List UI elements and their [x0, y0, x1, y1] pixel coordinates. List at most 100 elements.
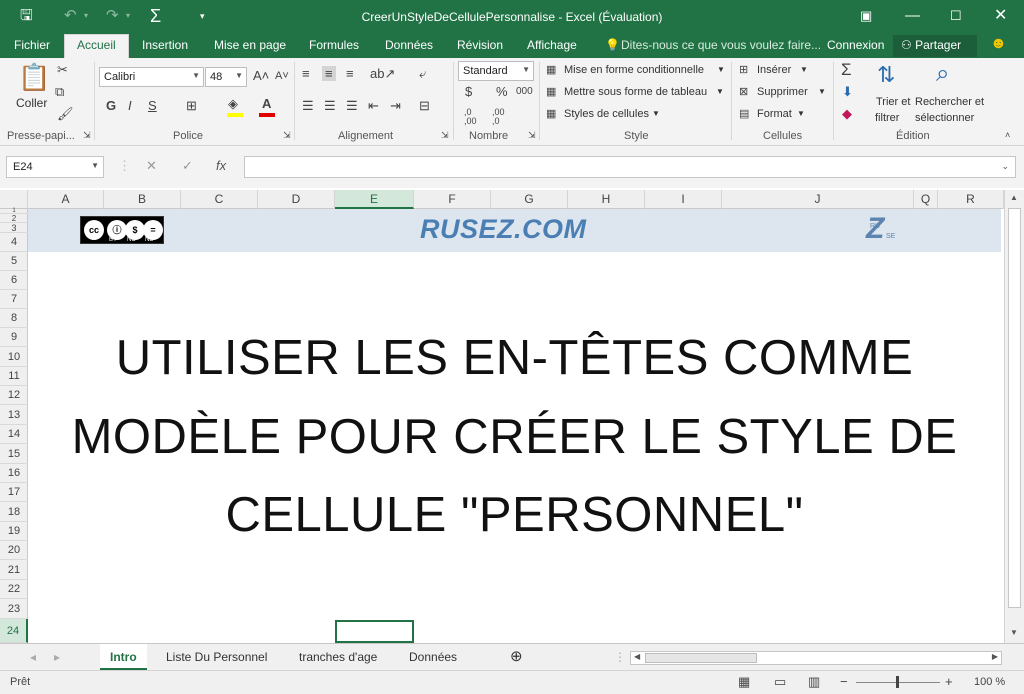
share-button[interactable]: ⚇ Partager — [893, 35, 977, 57]
thousands-button[interactable]: 000 — [516, 86, 533, 97]
row-header[interactable]: 20 — [0, 541, 28, 560]
page-layout-icon[interactable]: ▭ — [774, 674, 786, 690]
conditional-formatting-button[interactable]: Mise en forme conditionnelle — [564, 64, 704, 76]
sheet-tab-tranches-d-age[interactable]: tranches d'age — [289, 644, 387, 670]
column-header[interactable]: A — [28, 190, 104, 209]
find-icon[interactable]: ⌕ — [936, 60, 949, 88]
cell-styles-button[interactable]: Styles de cellules — [564, 108, 649, 120]
paste-icon[interactable]: 📋 — [18, 62, 50, 93]
row-header[interactable]: 14 — [0, 425, 28, 444]
sort-filter-label-2[interactable]: filtrer — [875, 112, 899, 124]
collapse-ribbon-icon[interactable]: ˄ — [1005, 130, 1010, 140]
fill-color-icon[interactable]: ◈ — [228, 96, 238, 112]
paste-label[interactable]: Coller — [16, 96, 47, 110]
tab-revision[interactable]: Révision — [457, 38, 503, 52]
shrink-font-icon[interactable]: A˅ — [275, 70, 289, 82]
normal-view-icon[interactable]: ▦ — [738, 674, 750, 690]
tab-accueil[interactable]: Accueil — [64, 34, 129, 58]
row-header[interactable]: 12 — [0, 386, 28, 405]
cancel-icon[interactable]: ✕ — [146, 158, 157, 174]
select-all-corner[interactable] — [0, 190, 28, 209]
sign-in-link[interactable]: Connexion — [827, 38, 884, 52]
dialog-launcher-icon[interactable]: ⇲ — [528, 130, 536, 141]
dialog-launcher-icon[interactable]: ⇲ — [83, 130, 91, 141]
row-header[interactable]: 19 — [0, 522, 28, 541]
row-header[interactable]: 8 — [0, 309, 28, 328]
row-header[interactable]: 6 — [0, 271, 28, 290]
wrap-text-icon[interactable]: ⤶ — [419, 66, 426, 82]
sheet-tab-donnees[interactable]: Données — [399, 644, 467, 670]
row-header[interactable]: 4 — [0, 233, 28, 252]
row-header[interactable]: 3 — [0, 223, 28, 233]
tab-mise-en-page[interactable]: Mise en page — [214, 38, 286, 52]
row-header[interactable]: 17 — [0, 483, 28, 502]
align-center-icon[interactable]: ☰ — [324, 98, 336, 114]
align-bottom-icon[interactable]: ≡ — [346, 66, 354, 81]
name-box[interactable]: E24 ▼ — [6, 156, 104, 178]
row-header[interactable]: 18 — [0, 502, 28, 522]
scroll-left-icon[interactable]: ◀ — [634, 652, 640, 661]
currency-button[interactable]: $ — [465, 84, 472, 99]
font-size-select[interactable]: 48 ▼ — [205, 67, 247, 87]
row-header[interactable]: 23 — [0, 599, 28, 619]
row-header[interactable]: 16 — [0, 464, 28, 483]
delete-button[interactable]: Supprimer — [757, 86, 808, 98]
row-header[interactable]: 15 — [0, 444, 28, 464]
horizontal-scrollbar[interactable]: ◀ ▶ — [630, 651, 1002, 665]
align-right-icon[interactable]: ☰ — [346, 98, 358, 114]
column-header[interactable]: D — [258, 190, 335, 209]
column-header[interactable]: F — [414, 190, 491, 209]
scroll-up-icon[interactable]: ▲ — [1010, 193, 1018, 202]
vertical-scrollbar[interactable]: ▲ ▼ — [1004, 190, 1024, 643]
next-sheet-icon[interactable]: ▸ — [44, 644, 70, 670]
row-header[interactable]: 21 — [0, 560, 28, 580]
cut-icon[interactable]: ✂ — [57, 62, 68, 78]
column-header[interactable]: J — [722, 190, 914, 209]
column-header[interactable]: C — [181, 190, 258, 209]
merge-center-icon[interactable]: ⊟ — [419, 98, 430, 114]
row-header[interactable]: 24 — [0, 619, 28, 643]
number-format-select[interactable]: Standard ▼ — [458, 61, 534, 81]
font-color-icon[interactable]: A — [262, 96, 271, 111]
prev-sheet-icon[interactable]: ◂ — [20, 644, 46, 670]
enter-icon[interactable]: ✓ — [182, 158, 193, 174]
insert-function-button[interactable]: fx — [216, 158, 226, 173]
column-header[interactable]: E — [335, 190, 414, 209]
align-middle-icon[interactable]: ≡ — [322, 66, 336, 81]
zoom-level[interactable]: 100 % — [974, 676, 1005, 688]
row-header[interactable]: 11 — [0, 367, 28, 386]
find-select-label-2[interactable]: sélectionner — [915, 112, 974, 124]
tell-me-box[interactable]: Dites-nous ce que vous voulez faire... — [621, 38, 821, 52]
formula-input[interactable]: ⌄ — [244, 156, 1016, 178]
column-header[interactable]: R — [938, 190, 1004, 209]
bold-button[interactable]: G — [106, 98, 116, 113]
orientation-icon[interactable]: ab↗ — [370, 66, 395, 82]
worksheet-grid[interactable]: cc ⓘ $ = BY NC ND RUSEZ.COM Z RU SE UTIL… — [28, 209, 1001, 643]
insert-button[interactable]: Insérer — [757, 64, 791, 76]
italic-button[interactable]: I — [128, 98, 132, 113]
expand-formula-icon[interactable]: ⌄ — [1001, 161, 1009, 172]
add-sheet-icon[interactable]: ⊕ — [500, 644, 533, 670]
autosum-ribbon-icon[interactable]: Σ — [841, 60, 852, 80]
sort-filter-icon[interactable]: ⇅ — [877, 62, 895, 88]
format-painter-icon[interactable]: 🖌 — [57, 106, 74, 122]
column-header[interactable]: B — [104, 190, 181, 209]
tab-fichier[interactable]: Fichier — [14, 38, 50, 52]
dialog-launcher-icon[interactable]: ⇲ — [441, 130, 449, 141]
format-as-table-button[interactable]: Mettre sous forme de tableau — [564, 86, 707, 98]
zoom-slider-thumb[interactable] — [896, 676, 899, 688]
format-button[interactable]: Format — [757, 108, 792, 120]
increase-decimal-icon[interactable]: ,0 ,00 — [464, 108, 477, 126]
row-header[interactable]: 10 — [0, 347, 28, 367]
ribbon-display-icon[interactable]: ▣ — [860, 6, 872, 26]
copy-icon[interactable]: ⧉ — [55, 84, 64, 100]
row-header[interactable]: 7 — [0, 290, 28, 309]
sheet-tab-intro[interactable]: Intro — [100, 644, 147, 670]
splitter-icon[interactable]: ⋮ — [118, 158, 131, 174]
find-select-label-1[interactable]: Rechercher et — [915, 96, 984, 108]
tab-affichage[interactable]: Affichage — [527, 38, 577, 52]
column-header[interactable]: H — [568, 190, 645, 209]
tab-donnees[interactable]: Données — [385, 38, 433, 52]
clear-icon[interactable]: ◆ — [842, 106, 852, 122]
scroll-down-icon[interactable]: ▼ — [1010, 628, 1018, 637]
